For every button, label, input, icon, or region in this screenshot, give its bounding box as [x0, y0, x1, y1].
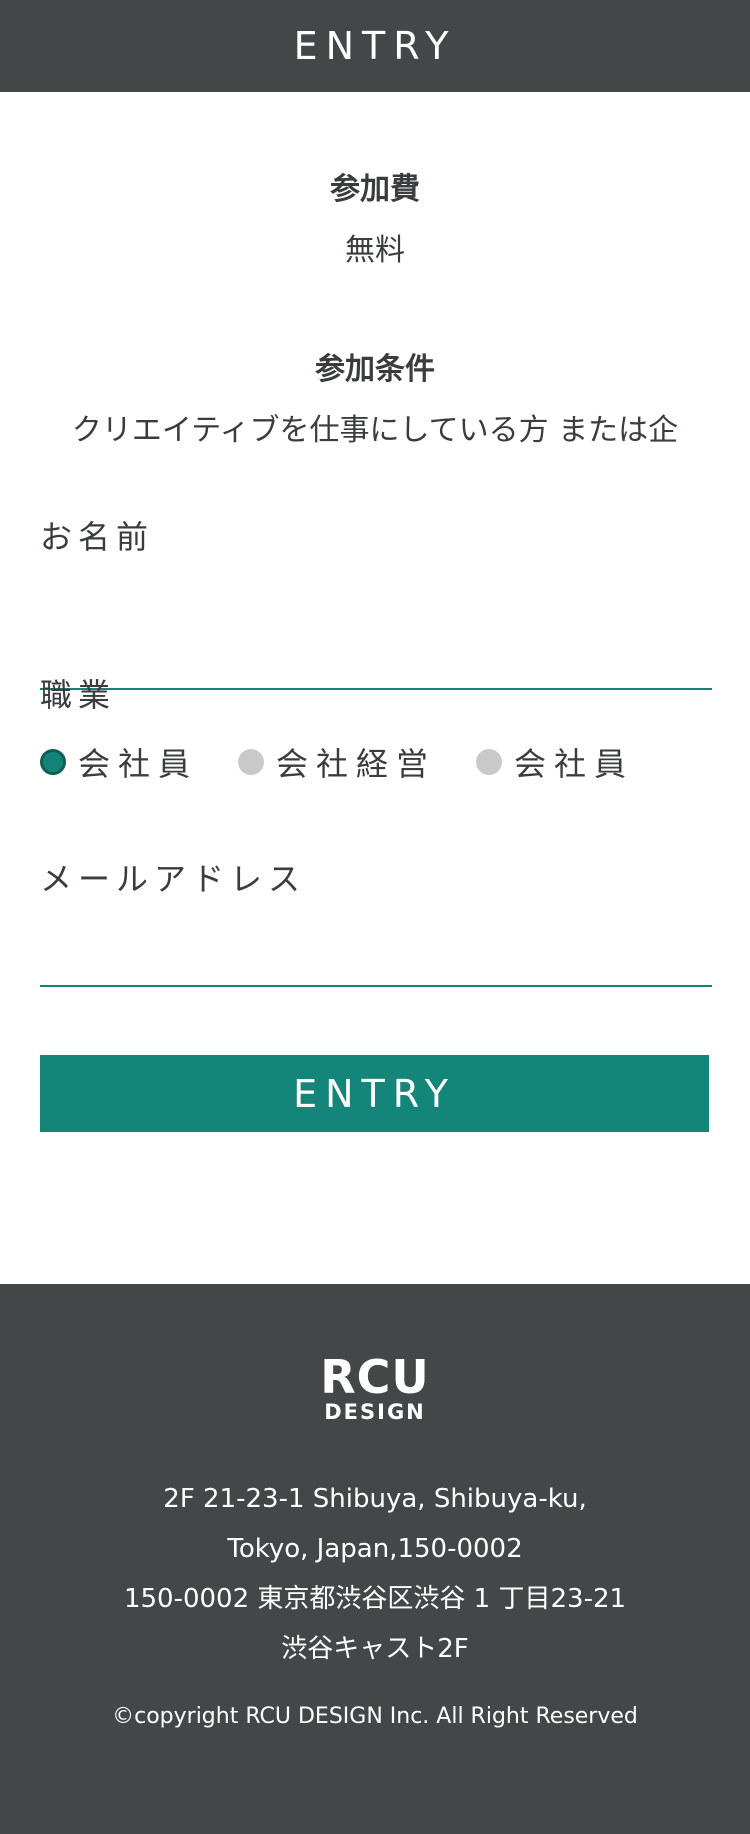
- condition-value: クリエイティブを仕事にしている方 または企: [71, 413, 679, 448]
- occupation-option-label: 会社経営: [276, 745, 437, 783]
- entry-submit-button[interactable]: ENTRY: [40, 1055, 709, 1132]
- page-header: ENTRY: [0, 0, 750, 92]
- address-line: 2F 21-23-1 Shibuya, Shibuya-ku,: [163, 1484, 587, 1514]
- occupation-label: 職業: [40, 676, 117, 714]
- name-label: お名前: [40, 518, 155, 556]
- footer-address: 2F 21-23-1 Shibuya, Shibuya-ku, Tokyo, J…: [0, 1474, 750, 1674]
- logo-sub-text: DESIGN: [324, 1400, 426, 1424]
- address-line: Tokyo, Japan,150-0002: [227, 1534, 523, 1564]
- occupation-option-employee[interactable]: 会社員: [40, 739, 198, 785]
- address-line: 150-0002 東京都渋谷区渋谷 1 丁目23-21: [123, 1584, 627, 1614]
- rcu-design-logo: RCU DESIGN: [0, 1354, 750, 1424]
- occupation-radio-group: 会社員 会社経営 会社員: [40, 740, 674, 784]
- address-line: 渋谷キャスト2F: [281, 1634, 469, 1664]
- fee-value: 無料: [345, 233, 405, 268]
- entry-main: 参加費 無料 参加条件 クリエイティブを仕事にしている方 または企 お名前 職業…: [0, 92, 750, 1284]
- radio-unselected-icon[interactable]: [476, 749, 503, 775]
- logo-main-text: RCU: [320, 1350, 430, 1404]
- copyright-text: ©copyright RCU DESIGN Inc. All Right Res…: [112, 1704, 638, 1729]
- occupation-option-label: 会社員: [514, 745, 635, 783]
- radio-selected-icon[interactable]: [40, 749, 66, 775]
- occupation-option-label: 会社員: [78, 745, 199, 783]
- condition-heading: 参加条件: [315, 352, 435, 387]
- page-footer: RCU DESIGN 2F 21-23-1 Shibuya, Shibuya-k…: [0, 1284, 750, 1834]
- radio-unselected-icon[interactable]: [238, 749, 265, 775]
- occupation-option-executive[interactable]: 会社経営: [238, 739, 436, 785]
- fee-heading: 参加費: [330, 172, 420, 207]
- header-title: ENTRY: [293, 24, 457, 68]
- email-input[interactable]: [40, 935, 712, 987]
- name-input[interactable]: [40, 638, 712, 690]
- email-label: メールアドレス: [40, 860, 307, 898]
- occupation-option-employee-2[interactable]: 会社員: [476, 739, 634, 785]
